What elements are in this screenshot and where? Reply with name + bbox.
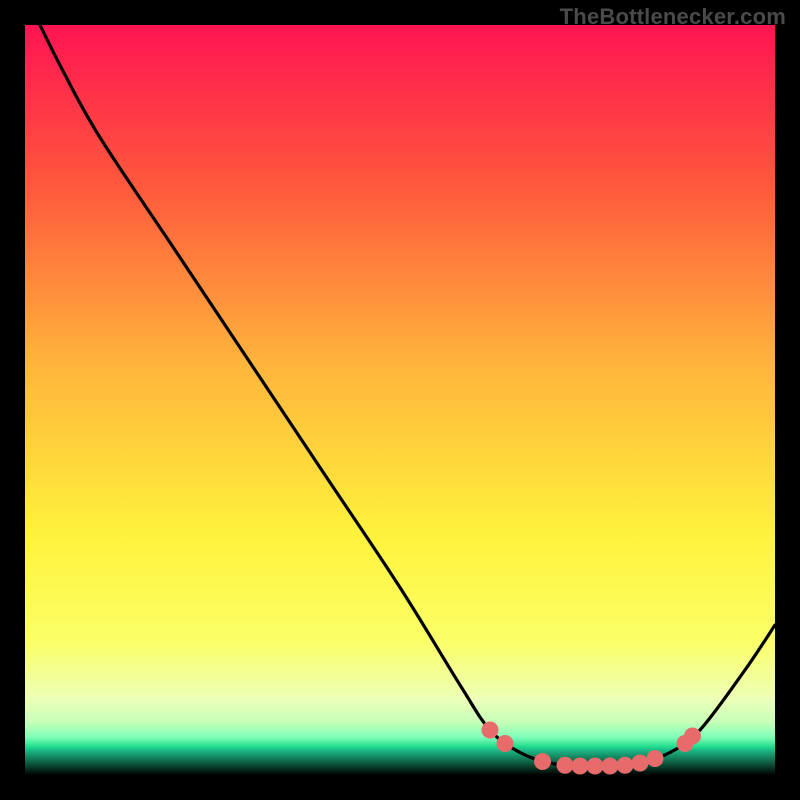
chart-frame: TheBottlenecker.com xyxy=(0,0,800,800)
plot-area xyxy=(25,25,775,775)
curve-marker xyxy=(587,758,604,775)
curve-marker xyxy=(497,735,514,752)
curve-marker xyxy=(482,722,499,739)
curve-marker xyxy=(602,758,619,775)
curve-marker xyxy=(534,753,551,770)
curve-marker xyxy=(647,750,664,767)
curve-marker xyxy=(684,728,701,745)
curve-marker xyxy=(557,757,574,774)
curve-marker xyxy=(617,757,634,774)
chart-svg xyxy=(25,25,775,775)
curve-marker xyxy=(632,755,649,772)
curve-marker xyxy=(572,758,589,775)
gradient-background xyxy=(25,25,775,775)
